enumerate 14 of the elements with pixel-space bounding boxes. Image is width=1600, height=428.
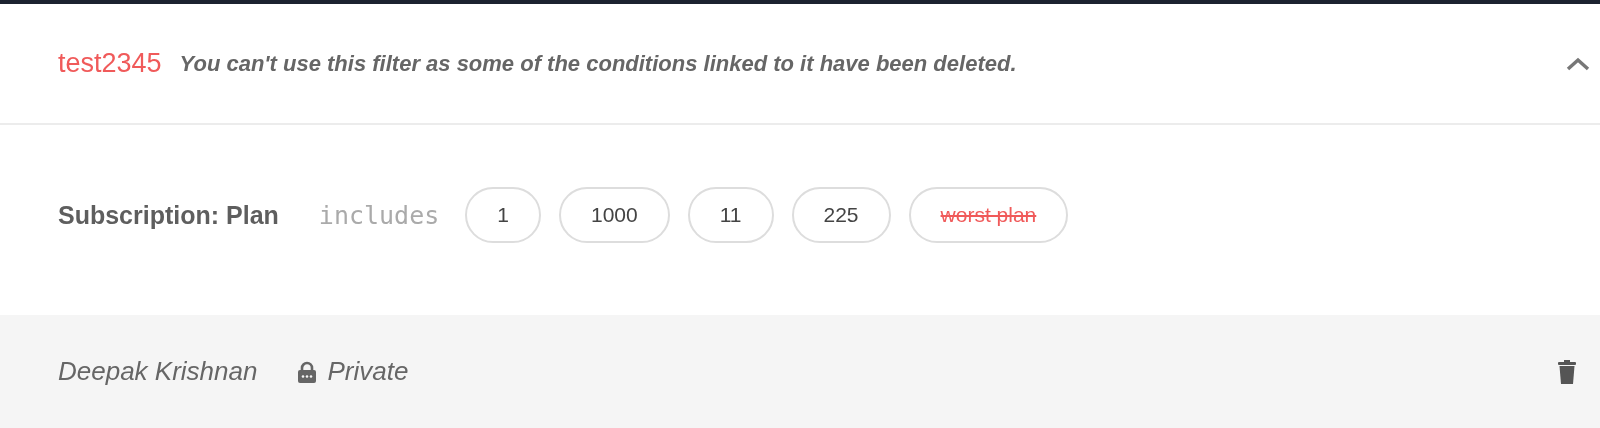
value-chip: 1 [465,187,541,243]
warning-message: You can't use this filter as some of the conditions linked to it have been deleted. [179,50,1017,77]
value-chip: 11 [687,187,774,243]
owner-name: Deepak Krishnan [58,356,258,387]
value-chip: 225 [791,187,891,243]
condition-field: Subscription: Plan [58,200,279,230]
lock-icon [297,360,318,383]
value-chip: worst plan [908,187,1069,243]
delete-icon[interactable] [1558,359,1576,384]
visibility-label: Private [327,356,409,387]
filter-name: test2345 [58,48,162,79]
condition-operator: includes [318,200,440,230]
collapse-chevron-icon[interactable] [1566,56,1590,71]
value-chip: 1000 [558,187,670,243]
